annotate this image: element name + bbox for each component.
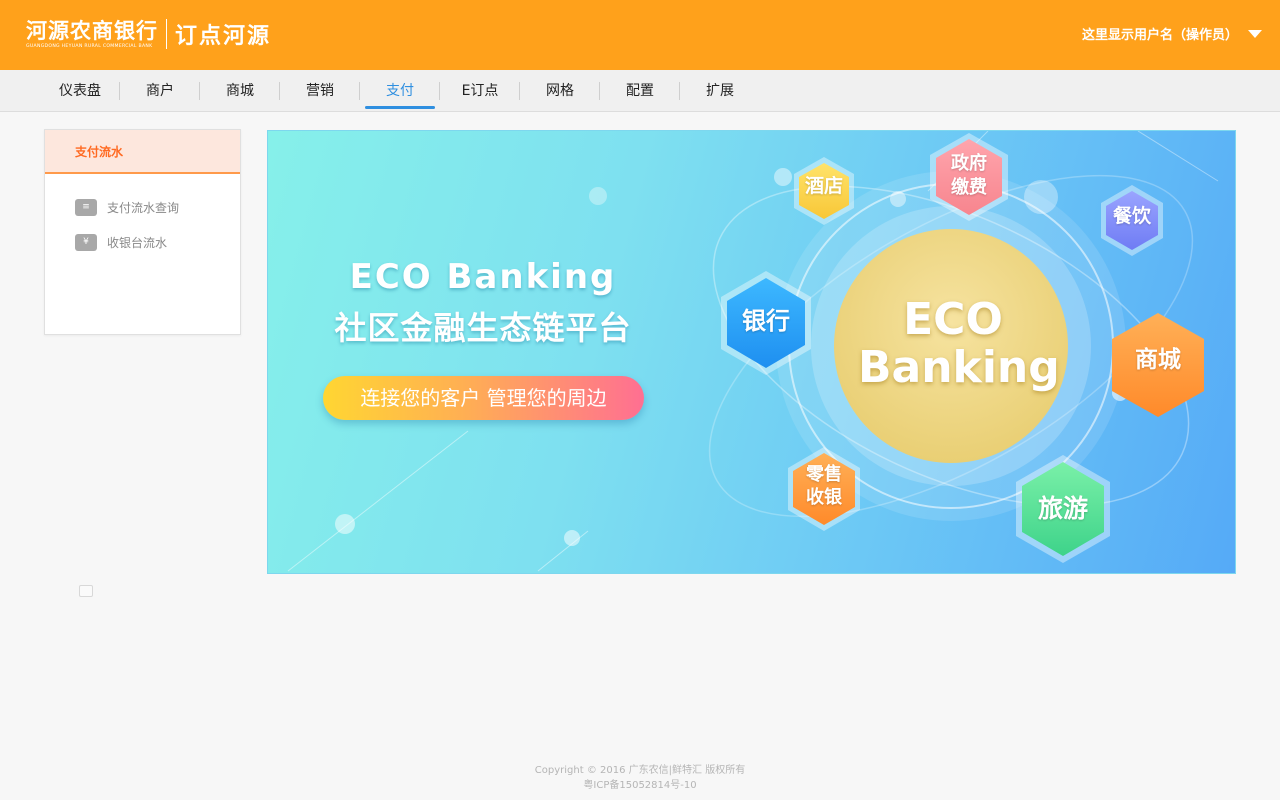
footer-icp: 粤ICP备15052814号-10 bbox=[583, 780, 697, 791]
logo-text-block: 河源农商银行 GUANGDONG HEYUAN RURAL COMMERCIAL… bbox=[26, 19, 158, 50]
nav-item-grid[interactable]: 网格 bbox=[520, 70, 600, 112]
sidebar-item-payment-query[interactable]: ≡ 支付流水查询 bbox=[45, 190, 240, 225]
sidebar-item-cashier-flow[interactable]: ¥ 收银台流水 bbox=[45, 225, 240, 260]
nav-item-mall[interactable]: 商城 bbox=[200, 70, 280, 112]
cashier-icon: ¥ bbox=[75, 234, 97, 251]
hex-label-hotel: 酒店 bbox=[804, 175, 843, 197]
hex-label-dining: 餐饮 bbox=[1112, 205, 1151, 227]
nav-item-merchant[interactable]: 商户 bbox=[120, 70, 200, 112]
top-header: 河源农商银行 GUANGDONG HEYUAN RURAL COMMERCIAL… bbox=[0, 0, 1280, 70]
logo-divider bbox=[166, 19, 167, 49]
sidebar: 支付流水 ≡ 支付流水查询 ¥ 收银台流水 bbox=[44, 129, 241, 335]
center-line-1: ECO bbox=[903, 294, 1003, 345]
nav-item-marketing[interactable]: 营销 bbox=[280, 70, 360, 112]
user-menu[interactable]: 这里显示用户名（操作员） bbox=[1082, 24, 1262, 43]
hex-label-gov-2: 缴费 bbox=[951, 177, 987, 198]
nav-item-payment[interactable]: 支付 bbox=[360, 70, 440, 112]
collapse-sidebar-icon[interactable] bbox=[79, 585, 93, 597]
banner-center-text: ECO Banking bbox=[858, 294, 1060, 393]
hex-label-bank: 银行 bbox=[742, 307, 790, 335]
chevron-down-icon[interactable] bbox=[1248, 29, 1262, 38]
logo-product-name: 订点河源 bbox=[175, 24, 272, 49]
document-icon: ≡ bbox=[75, 199, 97, 216]
logo-bank-name: 河源农商银行 bbox=[26, 18, 158, 43]
nav-item-dashboard[interactable]: 仪表盘 bbox=[40, 70, 120, 112]
footer-copyright: Copyright © 2016 广东农信|鲜特汇 版权所有 bbox=[534, 765, 746, 776]
sidebar-item-label: 收银台流水 bbox=[107, 236, 168, 250]
banner-slogan-pill[interactable]: 连接您的客户 管理您的周边 bbox=[323, 376, 644, 420]
sidebar-title[interactable]: 支付流水 bbox=[45, 130, 240, 174]
nav-item-config[interactable]: 配置 bbox=[600, 70, 680, 112]
nav-item-e-order[interactable]: E订点 bbox=[440, 70, 520, 112]
bank-logo[interactable]: 河源农商银行 GUANGDONG HEYUAN RURAL COMMERCIAL… bbox=[26, 17, 271, 51]
banner-title-en: ECO Banking bbox=[349, 257, 617, 297]
center-line-2: Banking bbox=[858, 342, 1060, 393]
hex-label-retail-2: 收银 bbox=[806, 487, 842, 508]
nav-item-extend[interactable]: 扩展 bbox=[680, 70, 760, 112]
hex-label-mall: 商城 bbox=[1135, 347, 1181, 373]
hex-label-gov-1: 政府 bbox=[951, 153, 987, 174]
eco-banking-banner[interactable]: ECO Banking 社区金融生态链平台 连接您的客户 管理您的周边 ECO … bbox=[267, 130, 1236, 574]
main-nav: 仪表盘 商户 商城 营销 支付 E订点 网格 配置 扩展 bbox=[0, 70, 1280, 112]
banner-title-cn: 社区金融生态链平台 bbox=[334, 309, 632, 347]
sidebar-list: ≡ 支付流水查询 ¥ 收银台流水 bbox=[45, 174, 240, 260]
logo-bank-name-en: GUANGDONG HEYUAN RURAL COMMERCIAL BANK bbox=[26, 43, 153, 49]
hex-label-travel: 旅游 bbox=[1037, 494, 1088, 523]
page-footer: Copyright © 2016 广东农信|鲜特汇 版权所有 粤ICP备1505… bbox=[0, 763, 1280, 793]
hex-label-retail-1: 零售 bbox=[806, 464, 842, 485]
sidebar-item-label: 支付流水查询 bbox=[107, 201, 180, 215]
user-name-label: 这里显示用户名（操作员） bbox=[1081, 28, 1238, 43]
